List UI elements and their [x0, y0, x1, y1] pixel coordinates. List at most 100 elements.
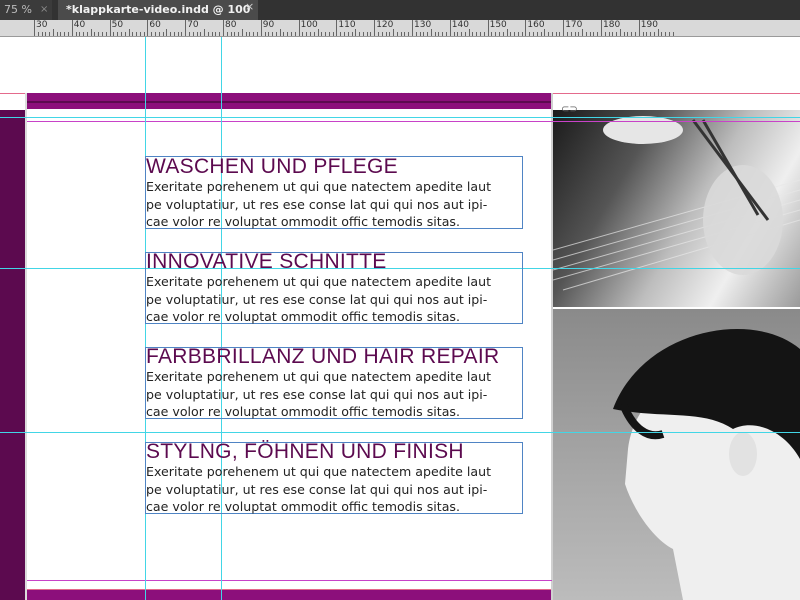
ruler-tick — [109, 20, 111, 36]
ruler-tick — [60, 32, 62, 36]
ruler-tick — [536, 32, 538, 36]
ruler-tick — [219, 32, 221, 36]
ruler-tick — [124, 32, 126, 36]
ruler-tick — [317, 29, 319, 36]
margin-guide-bottom — [27, 580, 552, 581]
ruler-tick — [234, 32, 236, 36]
ruler-label: 50 — [111, 20, 124, 30]
section-body: Exeritate porehenem ut qui que natectem … — [146, 178, 522, 231]
chain-link-icon[interactable]: ⊂⊃ — [561, 104, 578, 115]
ruler-tick — [245, 32, 247, 36]
ruler-tick — [325, 32, 327, 36]
ruler-tick — [374, 20, 376, 36]
ruler-tick — [166, 29, 168, 36]
photo-woman-illustration — [613, 329, 800, 600]
ruler-tick — [313, 32, 315, 36]
ruler-tick — [566, 32, 568, 36]
ruler-tick — [385, 32, 387, 36]
body-line: pe voluptatiur, ut res ese conse lat qui… — [146, 196, 488, 212]
ruler-tick — [585, 32, 587, 36]
ruler-tick — [343, 32, 345, 36]
ruler-tick — [211, 32, 213, 36]
ruler-tick — [128, 29, 130, 36]
photo-woman-short-hair[interactable] — [553, 309, 800, 600]
ruler-guide-horizontal-top[interactable] — [0, 117, 800, 118]
ruler-tick — [461, 32, 463, 36]
ruler-tick — [396, 32, 398, 36]
ruler-tick — [408, 32, 410, 36]
ruler-tick — [309, 32, 311, 36]
ruler-tick — [400, 32, 402, 36]
ruler-tick — [249, 32, 251, 36]
ruler-tick — [559, 32, 561, 36]
ruler-tick — [83, 32, 85, 36]
ruler-tick — [185, 20, 187, 36]
ruler-tick — [551, 32, 553, 36]
ruler-tick — [616, 32, 618, 36]
ruler-tick — [241, 29, 243, 36]
photo-hair-cutting[interactable] — [553, 110, 800, 307]
ruler-tick — [574, 32, 576, 36]
ruler-tick — [464, 32, 466, 36]
ruler-tick — [377, 32, 379, 36]
ruler-tick — [90, 29, 92, 36]
ruler-tick — [260, 20, 262, 36]
body-line: Exeritate porehenem ut qui que natectem … — [146, 464, 492, 479]
ruler-tick — [200, 32, 202, 36]
ruler-tick — [412, 20, 413, 36]
ruler-tick — [672, 32, 674, 36]
ruler-tick — [635, 32, 637, 36]
ruler-tick — [544, 29, 546, 36]
ruler-tick — [362, 32, 364, 36]
ruler-tick — [665, 32, 667, 36]
ruler-tick — [86, 32, 88, 36]
ruler-tick — [597, 32, 599, 36]
ruler-tick — [340, 32, 342, 36]
ruler-tick — [555, 32, 557, 36]
ruler-tick — [238, 32, 240, 36]
ruler-tick — [608, 32, 610, 36]
tab-inactive-close-icon[interactable]: × — [40, 0, 48, 20]
ruler-tick — [619, 29, 621, 36]
horizontal-ruler[interactable]: 30 40 50 60 70 80 90 100 110 120 130 140 150 160 170 18… — [0, 20, 800, 37]
section-heading: STYLNG, FÖHNEN UND FINISH — [146, 440, 464, 463]
ruler-tick — [147, 20, 149, 36]
section-heading: WASCHEN UND PFLEGE — [146, 155, 398, 178]
ruler-tick — [306, 32, 308, 36]
ruler-tick — [177, 32, 179, 36]
ruler-tick — [623, 32, 625, 36]
tab-inactive-document[interactable]: 75 % × — [0, 0, 52, 20]
ruler-tick — [529, 32, 531, 36]
ruler-tick — [139, 32, 141, 36]
tab-active-close-icon[interactable]: × — [245, 0, 254, 13]
ruler-tick — [657, 29, 659, 36]
ruler-tick — [351, 32, 353, 36]
ruler-tick — [226, 32, 228, 36]
ruler-tick — [427, 32, 429, 36]
ruler-tick — [94, 32, 96, 36]
ruler-tick — [143, 32, 145, 36]
ruler-tick — [49, 32, 51, 36]
body-line: Exeritate porehenem ut qui que natectem … — [146, 274, 492, 289]
tab-active-document[interactable]: *klappkarte-video.indd @ 100 % — [58, 0, 258, 36]
ruler-guide-horizontal-2[interactable] — [0, 432, 800, 433]
ruler-tick — [64, 32, 66, 36]
ruler-tick — [332, 32, 334, 36]
ruler-tick — [589, 32, 591, 36]
body-line: Exeritate porehenem ut qui que natectem … — [146, 369, 492, 384]
ruler-tick — [113, 32, 115, 36]
body-line: cae volor re voluptat ommodit offic temo… — [146, 499, 461, 514]
ruler-tick — [661, 32, 663, 36]
ruler-tick — [215, 32, 217, 36]
ruler-tick — [370, 32, 372, 36]
ruler-tick — [593, 32, 595, 36]
tab-inactive-label: 75 % — [4, 3, 32, 16]
ruler-tick — [298, 20, 300, 36]
ruler-tick — [434, 32, 436, 36]
ruler-label: 40 — [73, 20, 86, 30]
ruler-tick — [468, 29, 470, 36]
ruler-tick — [495, 32, 497, 36]
ruler-tick — [521, 32, 523, 36]
bottom-color-bar[interactable] — [27, 590, 552, 600]
ruler-tick — [188, 32, 190, 36]
